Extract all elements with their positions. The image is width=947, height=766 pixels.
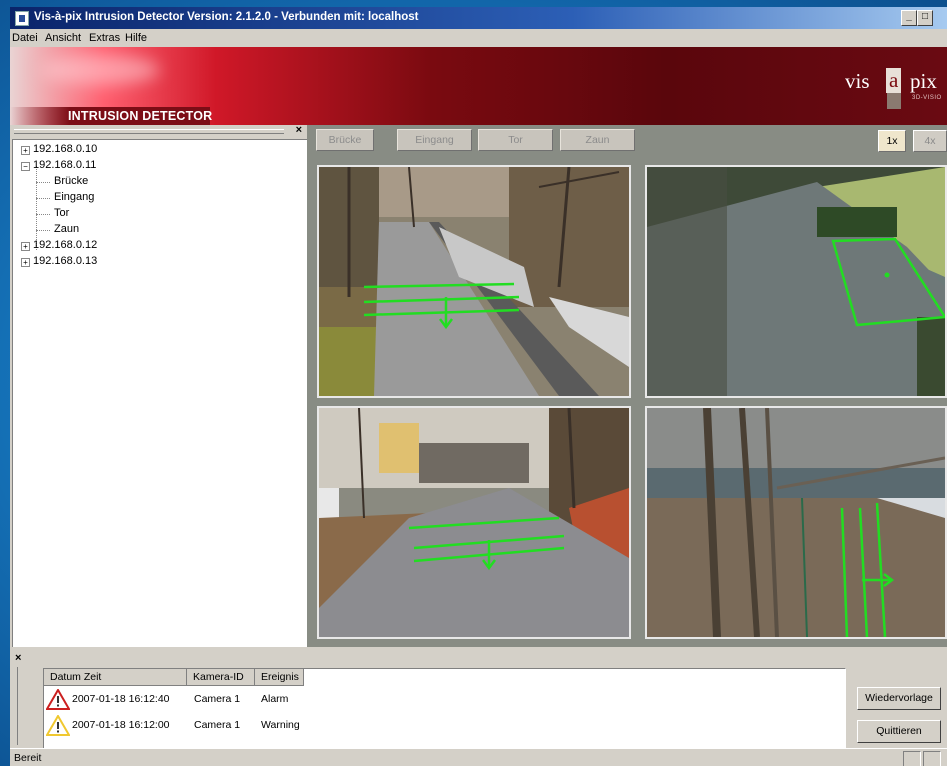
tree-connector <box>36 182 50 183</box>
expand-icon[interactable]: + <box>21 258 30 267</box>
table-row[interactable]: 2007-01-18 16:12:00 Camera 1 Warning <box>44 713 845 737</box>
alarm-icon <box>46 689 70 710</box>
tree-connector <box>36 166 37 250</box>
camera-button-zaun[interactable]: Zaun <box>560 129 635 151</box>
title-bar: Vis-à-pix Intrusion Detector Version: 2.… <box>10 7 947 29</box>
camera-image-gate <box>319 408 629 637</box>
tree-connector <box>36 198 50 199</box>
zoom-1x-button[interactable]: 1x <box>878 130 906 152</box>
tree-camera-zaun[interactable]: Zaun <box>54 223 79 235</box>
tree-camera-eingang[interactable]: Eingang <box>54 191 94 203</box>
event-camera: Camera 1 <box>194 719 241 731</box>
banner-glow <box>40 55 160 85</box>
quittieren-button[interactable]: Quittieren <box>857 720 941 743</box>
camera-image-path <box>647 167 945 396</box>
menu-bar: Datei Ansicht Extras Hilfe <box>10 29 947 47</box>
app-window: Vis-à-pix Intrusion Detector Version: 2.… <box>10 7 947 766</box>
menu-extras[interactable]: Extras <box>89 32 120 44</box>
expand-icon[interactable]: + <box>21 146 30 155</box>
tree-host-192-168-0-13[interactable]: 192.168.0.13 <box>33 255 97 267</box>
camera-button-eingang[interactable]: Eingang <box>397 129 472 151</box>
product-name: INTRUSION DETECTOR <box>68 109 213 123</box>
event-type: Alarm <box>261 693 289 705</box>
zoom-4x-button[interactable]: 4x <box>913 130 947 152</box>
wiedervorlage-button[interactable]: Wiedervorlage <box>857 687 941 710</box>
visapix-logo: vis a pix 3D-VISIO <box>837 65 947 109</box>
event-panel: × Datum Zeit Kamera-ID Ereignis 2007-01-… <box>10 647 947 749</box>
camera-image-fence <box>647 408 945 637</box>
close-icon[interactable]: × <box>296 124 302 136</box>
status-panel <box>923 751 941 766</box>
status-panel <box>903 751 921 766</box>
panel-divider <box>17 667 18 745</box>
camera-feed-bruecke[interactable] <box>317 165 631 398</box>
camera-feed-zaun[interactable] <box>645 406 947 639</box>
panel-grip[interactable] <box>14 129 284 134</box>
logo-text-a: a <box>886 68 902 93</box>
tree-camera-tor[interactable]: Tor <box>54 207 69 219</box>
camera-image-bridge <box>319 167 629 396</box>
column-header-datum-zeit[interactable]: Datum Zeit <box>44 669 187 686</box>
tree-camera-bruecke[interactable]: Brücke <box>54 175 88 187</box>
camera-view-area: Brücke Eingang Tor Zaun 1x 4x <box>307 125 947 647</box>
table-row[interactable]: 2007-01-18 16:12:40 Camera 1 Alarm <box>44 687 845 711</box>
device-tree: + 192.168.0.10 − 192.168.0.11 Brücke Ein… <box>12 139 309 649</box>
header-banner: INTRUSION DETECTOR vis a pix 3D-VISIO <box>10 47 947 125</box>
event-datetime: 2007-01-18 16:12:00 <box>72 719 170 731</box>
logo-block <box>887 93 901 109</box>
app-icon <box>15 11 29 26</box>
column-header-ereignis[interactable]: Ereignis <box>255 669 304 686</box>
camera-button-bruecke[interactable]: Brücke <box>316 129 374 151</box>
tree-connector <box>36 230 50 231</box>
event-camera: Camera 1 <box>194 693 241 705</box>
tree-host-192-168-0-12[interactable]: 192.168.0.12 <box>33 239 97 251</box>
column-header-kamera-id[interactable]: Kamera-ID <box>187 669 255 686</box>
menu-hilfe[interactable]: Hilfe <box>125 32 147 44</box>
warning-icon <box>46 715 70 736</box>
window-title: Vis-à-pix Intrusion Detector Version: 2.… <box>34 11 419 23</box>
menu-datei[interactable]: Datei <box>12 32 38 44</box>
camera-feed-eingang[interactable] <box>645 165 947 398</box>
status-bar: Bereit <box>10 748 947 766</box>
tree-host-192-168-0-10[interactable]: 192.168.0.10 <box>33 143 97 155</box>
camera-button-tor[interactable]: Tor <box>478 129 553 151</box>
maximize-button[interactable]: □ <box>917 10 933 26</box>
collapse-icon[interactable]: − <box>21 162 30 171</box>
tree-connector <box>36 214 50 215</box>
device-tree-panel: × + 192.168.0.10 − 192.168.0.11 Brücke E… <box>10 124 309 649</box>
event-type: Warning <box>261 719 300 731</box>
close-icon[interactable]: × <box>15 652 21 664</box>
logo-text-vis: vis <box>845 69 870 93</box>
status-text: Bereit <box>14 752 42 764</box>
minimize-button[interactable]: _ <box>901 10 917 26</box>
expand-icon[interactable]: + <box>21 242 30 251</box>
tree-host-192-168-0-11[interactable]: 192.168.0.11 <box>33 159 96 171</box>
menu-ansicht[interactable]: Ansicht <box>45 32 81 44</box>
logo-text-pix: pix <box>910 69 937 93</box>
event-list: Datum Zeit Kamera-ID Ereignis 2007-01-18… <box>43 668 846 749</box>
event-datetime: 2007-01-18 16:12:40 <box>72 693 170 705</box>
logo-subtitle: 3D-VISIO <box>912 95 942 101</box>
tree-panel-header: × <box>10 124 307 137</box>
camera-feed-tor[interactable] <box>317 406 631 639</box>
